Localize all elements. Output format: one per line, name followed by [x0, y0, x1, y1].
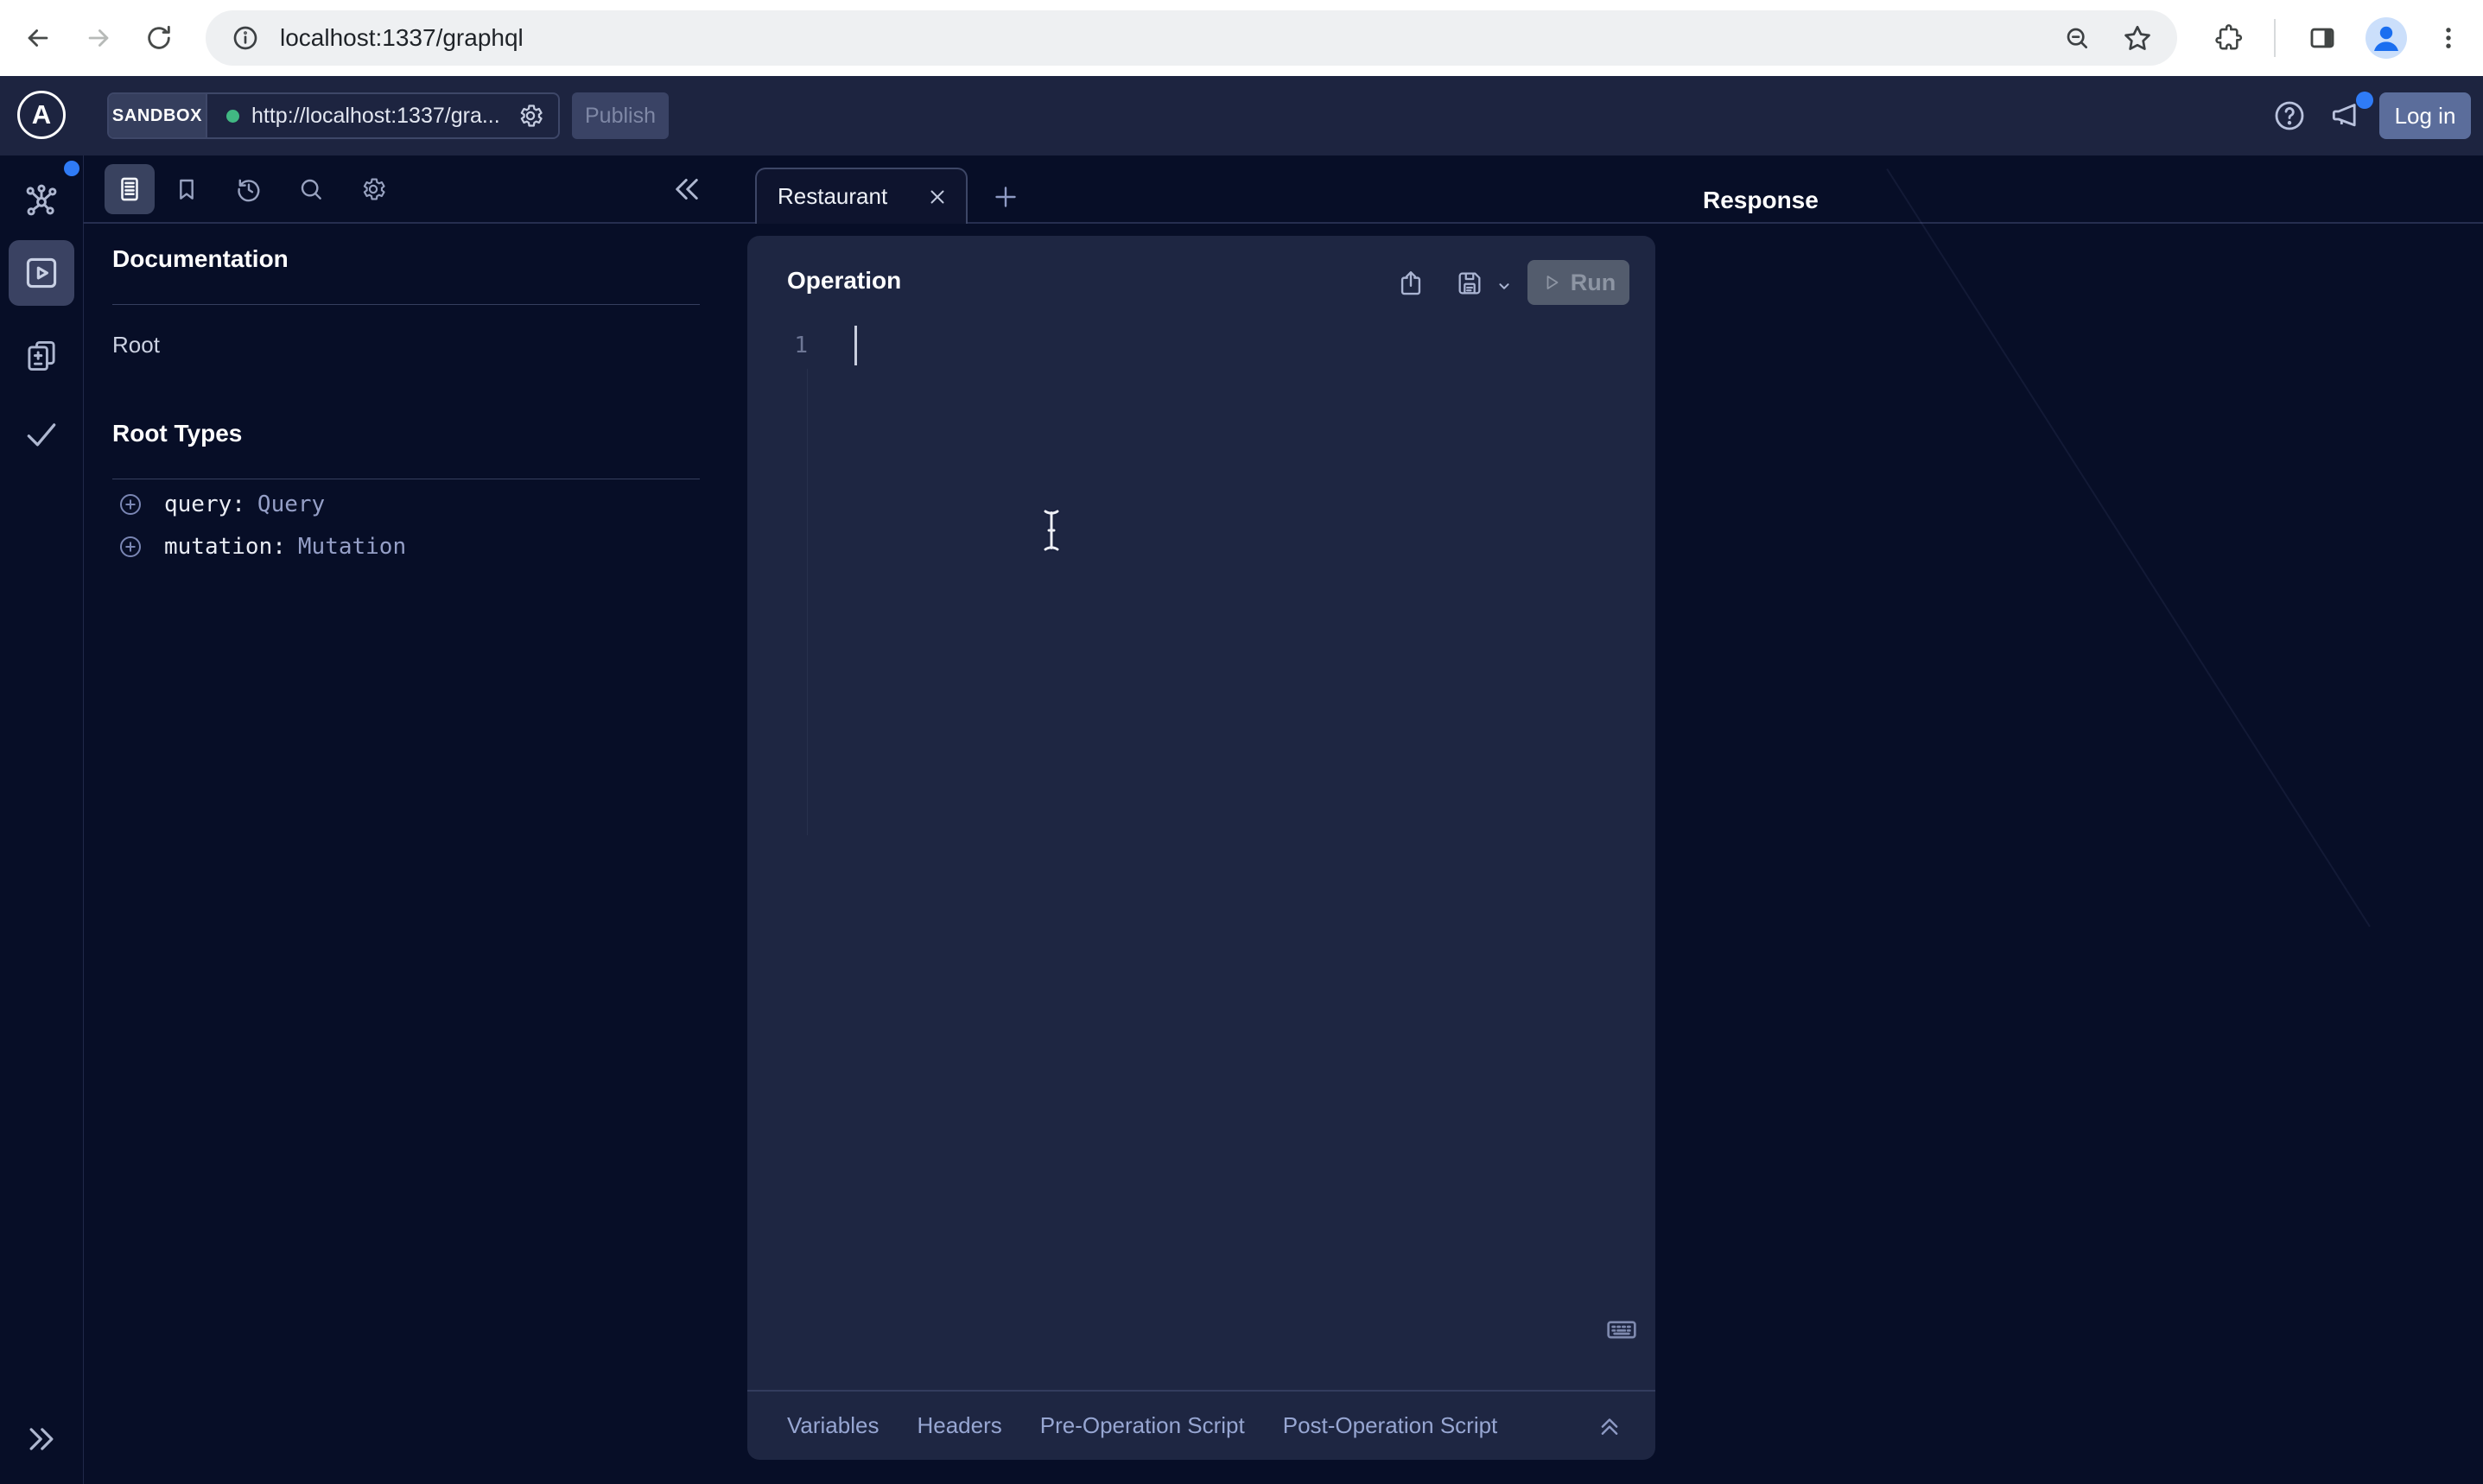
endpoint-input[interactable]: http://localhost:1337/gra... — [207, 94, 558, 137]
reload-icon[interactable] — [135, 14, 183, 62]
run-button[interactable]: Run — [1527, 260, 1629, 305]
add-mutation-plus-icon[interactable] — [117, 534, 143, 560]
new-tab-plus-icon[interactable] — [990, 181, 1021, 212]
documentation-panel: Documentation Root Root Types query: Quer… — [83, 155, 702, 1484]
settings-tab-icon[interactable] — [358, 174, 389, 205]
schema-notification-dot — [64, 161, 79, 176]
address-bar[interactable]: localhost:1337/graphql — [206, 10, 2177, 66]
announcement-badge-dot — [2356, 92, 2373, 109]
login-button[interactable]: Log in — [2379, 92, 2471, 139]
sandbox-env-badge: SANDBOX — [109, 94, 207, 137]
response-watermark — [1886, 168, 2370, 927]
operation-editor-area[interactable] — [834, 322, 1611, 1484]
operation-footer: Variables Headers Pre-Operation Script P… — [747, 1390, 1655, 1460]
profile-avatar[interactable] — [2366, 17, 2407, 59]
field-type[interactable]: Mutation — [298, 534, 406, 560]
editor-line-number: 1 — [785, 333, 808, 358]
add-query-plus-icon[interactable] — [117, 491, 143, 517]
toolbar-separator — [2274, 19, 2276, 57]
apollo-logo-letter: A — [32, 99, 51, 130]
field-name[interactable]: query: — [164, 491, 245, 517]
docs-title: Documentation — [112, 245, 289, 273]
connection-status-dot — [226, 110, 239, 123]
explorer-play-icon[interactable] — [22, 254, 60, 292]
back-arrow-icon[interactable] — [14, 14, 62, 62]
headers-link[interactable]: Headers — [917, 1412, 1001, 1439]
save-options-chevron-icon[interactable] — [1494, 276, 1515, 296]
tab-label[interactable]: Restaurant — [778, 183, 924, 210]
forward-arrow-icon[interactable] — [74, 14, 123, 62]
operation-panel: Operation Run 1 — [747, 236, 1655, 1460]
mutation-field-row[interactable]: mutation: Mutation — [117, 528, 670, 566]
side-panel-icon[interactable] — [2298, 14, 2346, 62]
pre-operation-script-link[interactable]: Pre-Operation Script — [1040, 1412, 1245, 1439]
zoom-out-icon[interactable] — [2058, 19, 2096, 57]
expand-footer-chevrons-icon[interactable] — [1595, 1411, 1624, 1441]
apollo-logo[interactable]: A — [17, 91, 66, 139]
left-nav-rail — [0, 155, 84, 1484]
docs-divider — [112, 304, 700, 305]
documentation-tab-icon[interactable] — [114, 174, 145, 205]
endpoint-settings-gear-icon[interactable] — [515, 100, 546, 131]
collapse-docs-chevrons-icon[interactable] — [671, 174, 702, 205]
history-tab-icon[interactable] — [233, 174, 264, 205]
endpoint-group: SANDBOX http://localhost:1337/gra... — [107, 92, 560, 139]
save-icon[interactable] — [1454, 268, 1485, 299]
query-field-row[interactable]: query: Query — [117, 485, 670, 523]
apollo-toolbar: A SANDBOX http://localhost:1337/gra... P… — [0, 76, 2483, 155]
operation-tab-restaurant[interactable]: Restaurant — [755, 168, 968, 224]
publish-button[interactable]: Publish — [572, 92, 669, 139]
bookmark-star-icon[interactable] — [2118, 19, 2156, 57]
docs-root-link[interactable]: Root — [112, 332, 160, 358]
editor-gutter-line — [807, 369, 808, 835]
help-icon[interactable] — [2272, 98, 2307, 133]
close-tab-icon[interactable] — [924, 184, 950, 210]
expand-rail-chevrons-icon[interactable] — [22, 1420, 60, 1458]
run-label: Run — [1571, 270, 1616, 296]
share-icon[interactable] — [1395, 268, 1426, 299]
apollo-sandbox-app: localhost:1337/graphql A SANDBOX — [0, 0, 2483, 1484]
changelog-pages-icon[interactable] — [22, 337, 60, 375]
root-types-title: Root Types — [112, 420, 242, 447]
extensions-puzzle-icon[interactable] — [2205, 14, 2253, 62]
checks-checkmark-icon[interactable] — [22, 415, 60, 453]
variables-link[interactable]: Variables — [787, 1412, 879, 1439]
url-text[interactable]: localhost:1337/graphql — [280, 24, 2058, 52]
site-info-icon[interactable] — [226, 19, 264, 57]
menu-kebab-icon[interactable] — [2424, 14, 2473, 62]
field-name[interactable]: mutation: — [164, 534, 286, 560]
text-cursor-pointer — [1037, 506, 1066, 555]
endpoint-url[interactable]: http://localhost:1337/gra... — [251, 104, 503, 129]
keyboard-shortcuts-icon[interactable] — [1604, 1312, 1639, 1347]
bookmarks-tab-icon[interactable] — [171, 174, 202, 205]
search-tab-icon[interactable] — [295, 174, 327, 205]
run-play-icon — [1541, 272, 1562, 293]
response-title: Response — [1703, 187, 1819, 214]
schema-graph-icon[interactable] — [22, 181, 60, 219]
post-operation-script-link[interactable]: Post-Operation Script — [1283, 1412, 1498, 1439]
operation-title: Operation — [787, 267, 901, 295]
field-type[interactable]: Query — [257, 491, 325, 517]
workspace: Documentation Root Root Types query: Quer… — [0, 155, 2483, 1484]
browser-chrome: localhost:1337/graphql — [0, 0, 2483, 76]
